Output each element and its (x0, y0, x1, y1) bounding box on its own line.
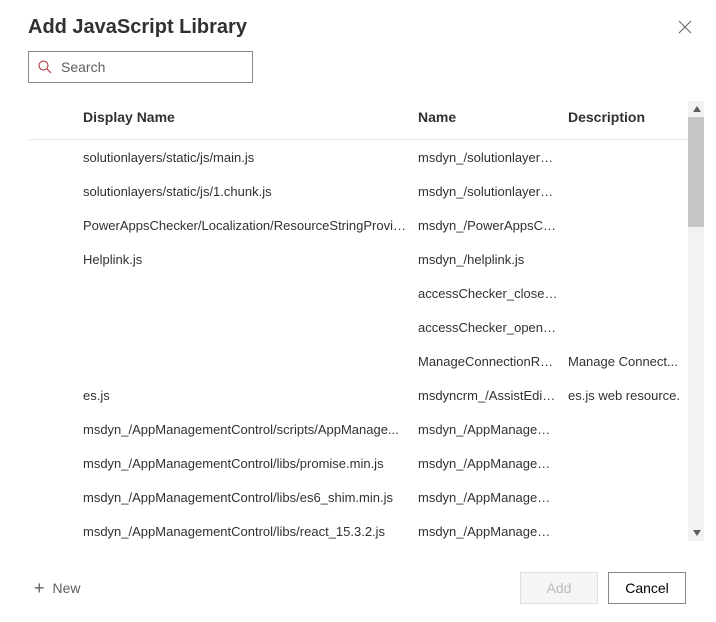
plus-icon: + (34, 579, 45, 597)
table-row[interactable]: PowerAppsChecker/Localization/ResourceSt… (28, 208, 688, 242)
add-js-library-dialog: Add JavaScript Library Display Name Name… (0, 0, 716, 622)
cell-display-name: msdyn_/AppManagementControl/libs/es6_shi… (83, 490, 418, 505)
cell-name: accessChecker_openDialo... (418, 320, 568, 335)
scroll-down-arrow[interactable] (689, 525, 704, 541)
table-row[interactable]: msdyn_/AppManagementControl/libs/promise… (28, 446, 688, 480)
cell-name: msdyn_/solutionlayers/sta... (418, 184, 568, 199)
cell-name: msdyn_/helplink.js (418, 252, 568, 267)
cell-name: msdyn_/AppManagement... (418, 524, 568, 539)
cell-name: msdyn_/AppManagement... (418, 490, 568, 505)
table-row[interactable]: accessChecker_openDialo... (28, 310, 688, 344)
cell-name: msdyn_/solutionlayers/sta... (418, 150, 568, 165)
cell-description: Manage Connect... (568, 354, 688, 369)
cell-display-name: msdyn_/AppManagementControl/libs/promise… (83, 456, 418, 471)
cancel-button[interactable]: Cancel (608, 572, 686, 604)
close-icon (678, 21, 692, 38)
cell-display-name: msdyn_/AppManagementControl/libs/react_1… (83, 524, 418, 539)
new-button[interactable]: + New (34, 579, 81, 597)
cell-name: msdyn_/AppManagement... (418, 422, 568, 437)
search-box[interactable] (28, 51, 253, 83)
table-row[interactable]: solutionlayers/static/js/1.chunk.jsmsdyn… (28, 174, 688, 208)
table-row[interactable]: accessChecker_closeDialo... (28, 276, 688, 310)
table-row[interactable]: msdyn_/AppManagementControl/libs/react_1… (28, 514, 688, 548)
scroll-thumb[interactable] (688, 117, 704, 227)
table-row[interactable]: es.jsmsdyncrm_/AssistEditCon...es.js web… (28, 378, 688, 412)
library-table: Display Name Name Description solutionla… (28, 101, 704, 558)
cell-name: msdyncrm_/AssistEditCon... (418, 388, 568, 403)
cell-name: accessChecker_closeDialo... (418, 286, 568, 301)
col-header-name[interactable]: Name (418, 109, 568, 125)
table-row[interactable]: solutionlayers/static/js/main.jsmsdyn_/s… (28, 140, 688, 174)
table-row[interactable]: msdyn_/AppManagementControl/libs/es6_shi… (28, 480, 688, 514)
cell-description: es.js web resource. (568, 388, 688, 403)
cell-display-name: solutionlayers/static/js/1.chunk.js (83, 184, 418, 199)
column-headers: Display Name Name Description (28, 101, 688, 139)
search-input[interactable] (61, 59, 244, 75)
add-button: Add (520, 572, 598, 604)
cell-name: msdyn_/AppManagement... (418, 456, 568, 471)
dialog-header: Add JavaScript Library (28, 16, 704, 51)
table-row[interactable]: ManageConnectionRoles...Manage Connect..… (28, 344, 688, 378)
close-button[interactable] (674, 16, 696, 42)
table-row[interactable]: Helplink.jsmsdyn_/helplink.js (28, 242, 688, 276)
table-row[interactable]: msdyn_/AppManagementControl/scripts/AppM… (28, 412, 688, 446)
cell-display-name: solutionlayers/static/js/main.js (83, 150, 418, 165)
table-body: solutionlayers/static/js/main.jsmsdyn_/s… (28, 140, 688, 540)
cell-display-name: es.js (83, 388, 418, 403)
col-header-display-name[interactable]: Display Name (83, 109, 418, 125)
vertical-scrollbar[interactable] (688, 101, 704, 541)
cell-display-name: Helplink.js (83, 252, 418, 267)
cell-display-name: msdyn_/AppManagementControl/scripts/AppM… (83, 422, 418, 437)
dialog-footer: + New Add Cancel (28, 558, 704, 622)
dialog-title: Add JavaScript Library (28, 16, 247, 39)
cell-display-name: PowerAppsChecker/Localization/ResourceSt… (83, 218, 418, 233)
cell-name: ManageConnectionRoles... (418, 354, 568, 369)
cell-name: msdyn_/PowerAppsCheck... (418, 218, 568, 233)
scroll-up-arrow[interactable] (689, 101, 704, 117)
new-button-label: New (53, 580, 81, 596)
search-icon (37, 59, 53, 75)
col-header-description[interactable]: Description (568, 109, 688, 125)
